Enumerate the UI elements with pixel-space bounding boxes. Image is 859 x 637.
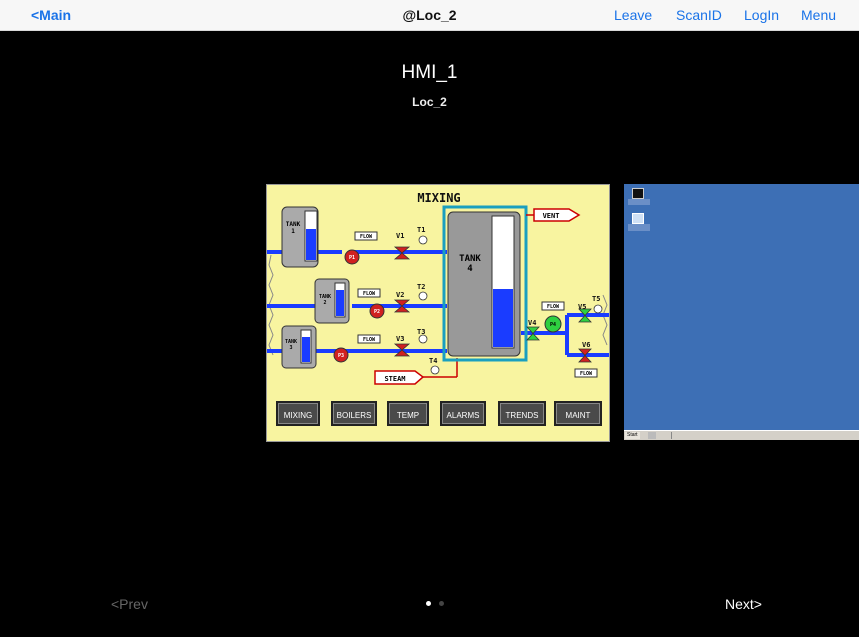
svg-text:T3: T3 (417, 328, 425, 336)
page-title: HMI_1 (401, 62, 458, 83)
login-button[interactable]: LogIn (744, 7, 779, 23)
svg-text:FLOW: FLOW (580, 371, 593, 377)
svg-text:VENT: VENT (543, 212, 560, 220)
leave-button[interactable]: Leave (614, 7, 652, 23)
taskbar-divider (671, 432, 672, 439)
steam-tag: STEAM (374, 370, 425, 385)
hmi-alarms-button[interactable]: ALARMS (440, 401, 486, 426)
page-dot (439, 601, 444, 606)
hmi-mixing-button[interactable]: MIXING (276, 401, 320, 426)
tank-1: TANK 1 (281, 206, 319, 268)
desktop-icon-1 (632, 188, 644, 199)
desktop-icon-2-caption (628, 224, 650, 231)
right-connector-line (602, 294, 608, 346)
tank-4-label: TANK (459, 254, 481, 264)
taskbar: Start (624, 430, 859, 440)
svg-text:FLOW: FLOW (547, 304, 560, 310)
svg-text:T2: T2 (417, 283, 425, 291)
hmi-title: MIXING (417, 191, 460, 205)
back-main-button[interactable]: <Main (31, 7, 71, 23)
desktop-icon-2 (632, 213, 644, 224)
svg-text:4: 4 (467, 264, 473, 274)
hmi-trends-button[interactable]: TRENDS (498, 401, 546, 426)
hmi-screen-preview[interactable]: MIXING TANK 1 TANK 2 TANK 3 TANK 4 VENT … (266, 184, 610, 442)
page-subtitle: Loc_2 (412, 95, 447, 109)
start-button[interactable]: Start (625, 432, 640, 439)
prev-button[interactable]: <Prev (111, 596, 148, 612)
svg-text:P2: P2 (374, 309, 380, 315)
svg-text:T5: T5 (592, 295, 600, 303)
svg-text:T1: T1 (417, 226, 425, 234)
svg-text:V5: V5 (578, 303, 586, 311)
tank-4: TANK 4 (442, 205, 528, 362)
next-button[interactable]: Next> (725, 596, 762, 612)
temp-gauge-4-icon (430, 365, 440, 375)
svg-text:V4: V4 (528, 319, 536, 327)
svg-text:FLOW: FLOW (360, 234, 373, 240)
temp-gauge-1-icon (418, 235, 428, 245)
svg-text:V6: V6 (582, 341, 590, 349)
hmi-boilers-button[interactable]: BOILERS (331, 401, 377, 426)
svg-text:P4: P4 (550, 322, 556, 328)
tank-1-label: TANK (286, 221, 301, 228)
nav-bar: <Main @Loc_2 Leave ScanID LogIn Menu (0, 0, 859, 31)
svg-text:P3: P3 (338, 353, 344, 359)
desktop-icon-1-caption (628, 199, 650, 205)
taskbar-item (648, 432, 656, 439)
svg-text:P1: P1 (349, 255, 355, 261)
page-dot-active (426, 601, 431, 606)
svg-text:V3: V3 (396, 335, 404, 343)
svg-text:3: 3 (289, 345, 292, 351)
desktop-screen-preview[interactable]: Start (624, 184, 859, 440)
svg-text:STEAM: STEAM (384, 375, 405, 383)
svg-text:1: 1 (291, 228, 295, 235)
svg-text:FLOW: FLOW (363, 291, 376, 297)
scanid-button[interactable]: ScanID (676, 7, 722, 23)
hmi-maint-button[interactable]: MAINT (554, 401, 602, 426)
temp-gauge-5-icon (593, 304, 603, 314)
vent-tag: VENT (526, 208, 581, 222)
temp-gauge-3-icon (418, 334, 428, 344)
temp-gauge-2-icon (418, 291, 428, 301)
svg-text:V2: V2 (396, 291, 404, 299)
svg-text:V1: V1 (396, 232, 404, 240)
svg-text:2: 2 (323, 300, 326, 306)
svg-text:FLOW: FLOW (363, 337, 376, 343)
hmi-temp-button[interactable]: TEMP (387, 401, 429, 426)
nav-title: @Loc_2 (402, 7, 457, 23)
tank-2: TANK 2 (314, 278, 350, 324)
svg-text:T4: T4 (429, 357, 437, 365)
tank-3: TANK 3 (281, 325, 317, 369)
menu-button[interactable]: Menu (801, 7, 836, 23)
